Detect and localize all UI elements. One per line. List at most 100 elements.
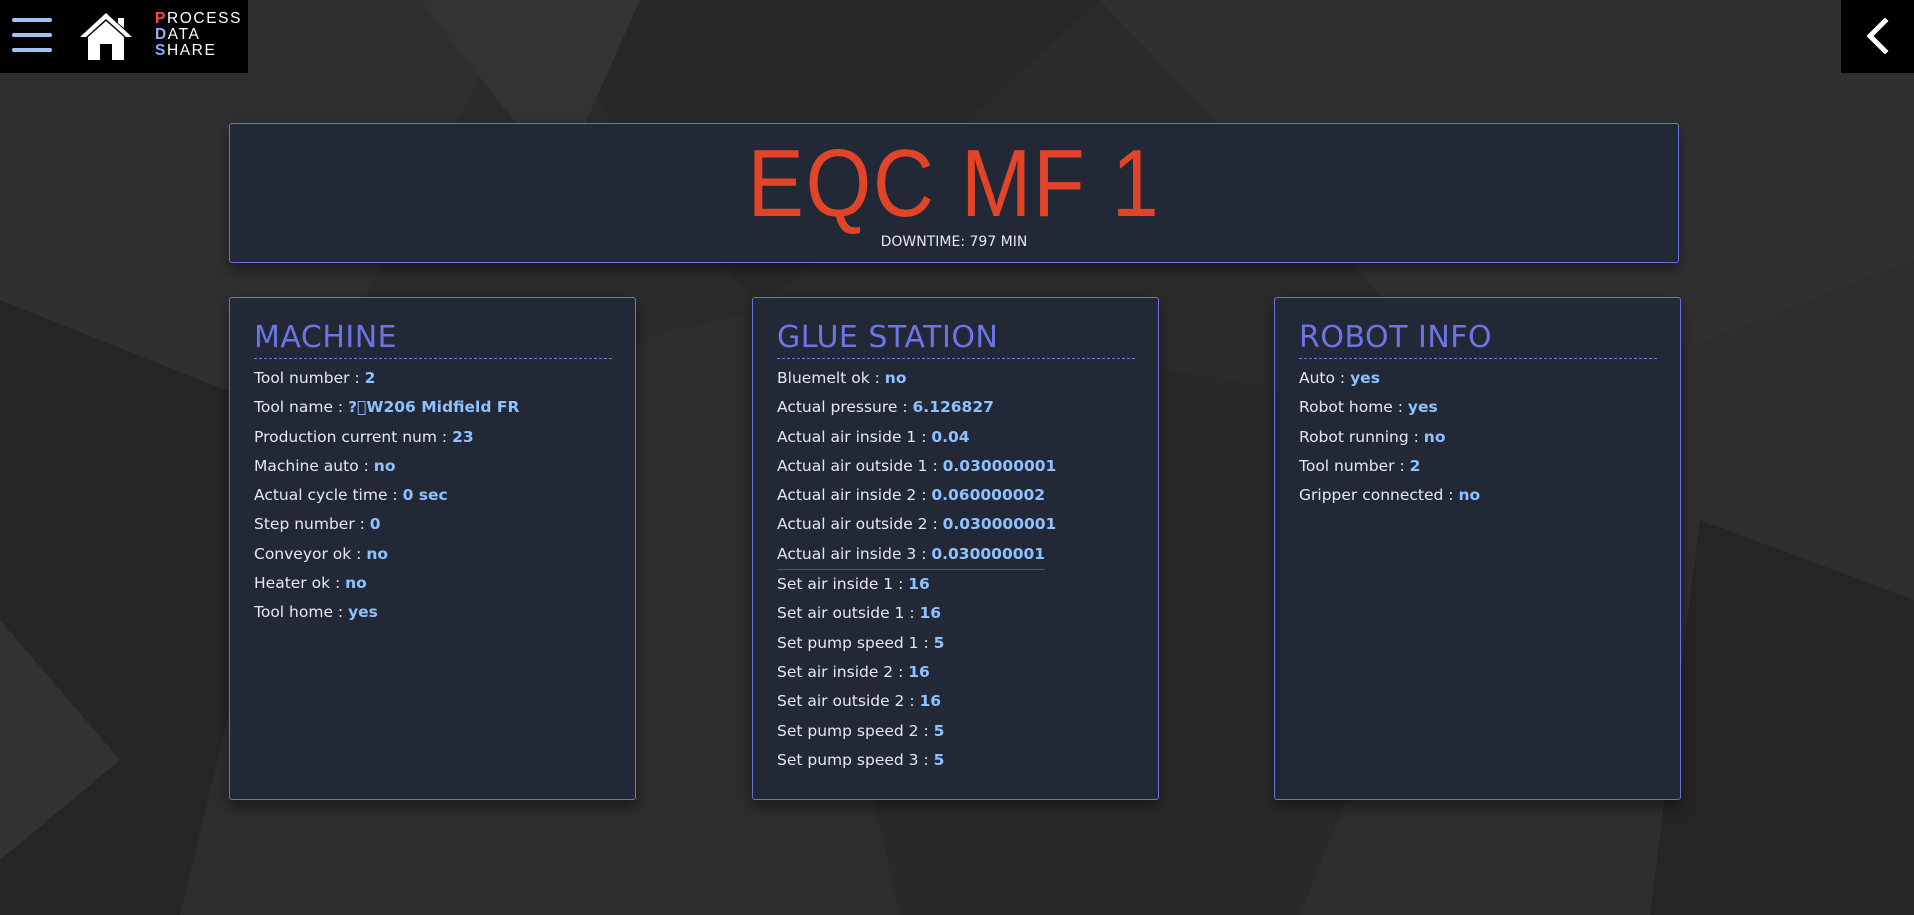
row-label: Actual air inside 1 :	[777, 427, 932, 446]
row-value: 0 sec	[402, 486, 448, 505]
logo-text: ATA	[167, 26, 201, 43]
row-label: Machine auto :	[254, 456, 374, 475]
row-value: 16	[919, 604, 942, 623]
row-value: yes	[1407, 398, 1438, 417]
row-label: Tool name :	[254, 398, 349, 417]
row-label: Actual air outside 2 :	[777, 515, 943, 534]
row-value: 5	[933, 633, 945, 652]
list-item: Tool home : yes	[254, 598, 611, 627]
list-item: Heater ok : no	[254, 569, 611, 598]
robot-info-rows: Auto : yes Robot home : yes Robot runnin…	[1299, 364, 1656, 510]
list-item: Robot home : yes	[1299, 393, 1656, 422]
row-value: no	[345, 574, 367, 593]
list-item: Set air outside 1 : 16	[777, 599, 1134, 628]
list-item: Actual air outside 1 : 0.030000001	[777, 452, 1134, 481]
row-value: 5	[933, 721, 945, 740]
row-label: Actual pressure :	[777, 398, 913, 417]
panel-title: GLUE STATION	[777, 320, 1135, 359]
logo-letter: D	[155, 26, 168, 43]
list-item: Actual air inside 3 : 0.030000001	[777, 540, 1046, 571]
list-item: Machine auto : no	[254, 452, 611, 481]
row-value: no	[884, 369, 907, 387]
home-icon[interactable]	[78, 10, 134, 62]
row-value: no	[373, 456, 396, 475]
list-item: Actual air inside 1 : 0.04	[777, 423, 1134, 452]
row-value: 0.030000001	[942, 456, 1057, 475]
row-value: 16	[908, 575, 930, 594]
list-item: Conveyor ok : no	[254, 540, 611, 569]
row-value: yes	[1350, 369, 1380, 387]
list-item: Tool number : 2	[1299, 452, 1656, 481]
list-item: Bluemelt ok : no	[777, 364, 1134, 393]
row-value: no	[366, 544, 389, 563]
list-item: Set pump speed 2 : 5	[777, 717, 1134, 746]
list-item: Production current num : 23	[254, 423, 611, 452]
logo-letter: P	[155, 10, 167, 27]
row-value: 0.030000001	[931, 544, 1046, 563]
list-item: Gripper connected : no	[1299, 481, 1656, 510]
list-item: Actual pressure : 6.126827	[777, 393, 1134, 422]
row-value: 2	[364, 369, 376, 387]
list-item: Set pump speed 1 : 5	[777, 629, 1134, 658]
row-value: 6.126827	[912, 398, 994, 417]
row-value: 2	[1409, 456, 1421, 475]
menu-icon[interactable]	[10, 14, 52, 56]
robot-info-panel: ROBOT INFO Auto : yes Robot home : yes R…	[1274, 297, 1681, 800]
row-label: Gripper connected :	[1299, 486, 1459, 505]
row-value: 0	[369, 515, 381, 534]
logo-text: ROCESS	[166, 10, 243, 27]
row-label: Actual cycle time :	[254, 486, 403, 505]
logo-letter: S	[155, 42, 167, 59]
row-label: Actual air inside 3 :	[777, 544, 932, 563]
list-item: Set air inside 2 : 16	[777, 658, 1134, 687]
row-label: Set pump speed 1 :	[777, 633, 934, 652]
row-label: Step number :	[254, 515, 370, 534]
station-title: EQC MF 1	[747, 130, 1161, 237]
list-item: Step number : 0	[254, 510, 611, 539]
row-value: 0.04	[931, 427, 970, 446]
row-label: Set pump speed 2 :	[777, 721, 934, 740]
row-label: Actual air outside 1 :	[777, 456, 943, 475]
row-label: Actual air inside 2 :	[777, 486, 932, 505]
row-label: Set pump speed 3 :	[777, 750, 934, 769]
row-label: Set air inside 1 :	[777, 575, 909, 594]
row-value: 0.030000001	[942, 515, 1057, 534]
row-label: Tool number :	[1299, 456, 1410, 475]
row-value: 0.060000002	[931, 486, 1046, 505]
list-item: Actual cycle time : 0 sec	[254, 481, 611, 510]
machine-rows: Tool number : 2 Tool name : ? W206 Midfi…	[254, 364, 611, 628]
row-label: Tool home :	[254, 603, 349, 622]
list-item: Set air inside 1 : 16	[777, 570, 1134, 599]
station-header: EQC MF 1 DOWNTIME: 797 MIN	[229, 123, 1679, 263]
list-item: Robot running : no	[1299, 423, 1656, 452]
row-label: Robot home :	[1299, 398, 1408, 417]
logo-text: HARE	[166, 42, 217, 59]
row-label: Set air outside 1 :	[777, 604, 920, 623]
row-label: Set air inside 2 :	[777, 662, 909, 681]
row-value: 16	[919, 692, 942, 711]
row-value: 16	[908, 662, 930, 681]
list-item: Set pump speed 3 : 5	[777, 746, 1134, 775]
glue-station-rows: Bluemelt ok : no Actual pressure : 6.126…	[777, 364, 1134, 775]
panel-title: ROBOT INFO	[1299, 320, 1657, 359]
back-button[interactable]	[1841, 0, 1914, 73]
panel-title: MACHINE	[254, 320, 612, 359]
row-label: Bluemelt ok :	[777, 369, 885, 387]
list-item: Actual air outside 2 : 0.030000001	[777, 510, 1134, 539]
list-item: Tool number : 2	[254, 364, 611, 393]
machine-panel: MACHINE Tool number : 2 Tool name : ? W2…	[229, 297, 636, 800]
list-item: Actual air inside 2 : 0.060000002	[777, 481, 1134, 510]
row-value: 5	[933, 750, 945, 769]
row-label: Auto :	[1299, 369, 1351, 387]
row-label: Heater ok :	[254, 574, 346, 593]
process-data-share-logo[interactable]: PROCESS DATA SHARE	[155, 11, 242, 59]
list-item: Tool name : ? W206 Midfield FR	[254, 393, 611, 422]
row-label: Conveyor ok :	[254, 544, 367, 563]
row-label: Production current num :	[254, 427, 453, 446]
row-label: Tool number :	[254, 369, 365, 387]
glue-station-panel: GLUE STATION Bluemelt ok : no Actual pre…	[752, 297, 1159, 800]
row-value: no	[1458, 486, 1481, 505]
top-nav-bar: PROCESS DATA SHARE	[0, 0, 248, 73]
row-label: Robot running :	[1299, 427, 1424, 446]
row-value: ? W206 Midfield FR	[348, 398, 520, 417]
